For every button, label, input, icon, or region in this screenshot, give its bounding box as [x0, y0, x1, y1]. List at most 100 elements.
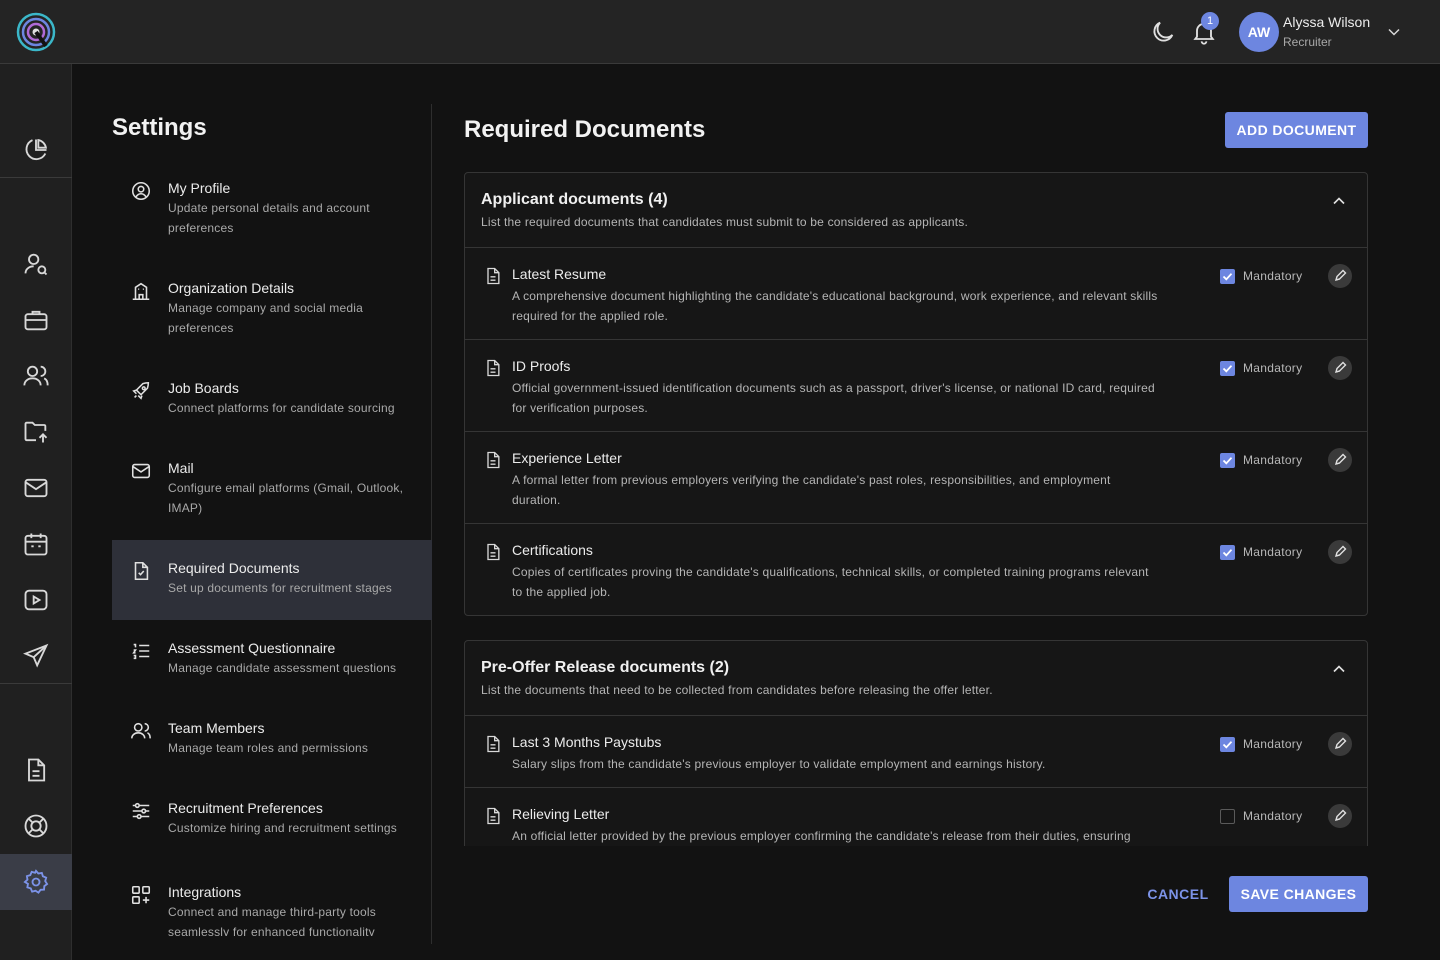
- folder-upload-icon[interactable]: [22, 418, 50, 446]
- settings-item-organization-details[interactable]: Organization Details Manage company and …: [112, 278, 432, 338]
- edit-pencil-icon[interactable]: [1328, 356, 1352, 380]
- settings-title: Settings: [112, 114, 207, 141]
- notification-badge: 1: [1201, 12, 1219, 30]
- save-changes-button[interactable]: SAVE CHANGES: [1229, 876, 1368, 912]
- document-title: Latest Resume: [512, 266, 607, 282]
- page-title: Required Documents: [464, 116, 706, 143]
- mandatory-checkbox[interactable]: [1220, 269, 1235, 284]
- briefcase-icon[interactable]: [22, 306, 50, 334]
- user-circle-icon: [130, 180, 152, 202]
- send-icon[interactable]: [22, 642, 50, 670]
- calendar-icon[interactable]: [22, 530, 50, 558]
- chevron-up-icon[interactable]: [1329, 659, 1349, 679]
- apps-icon: [130, 884, 152, 906]
- group-title: Pre-Offer Release documents (2): [481, 659, 730, 676]
- mandatory-label: Mandatory: [1243, 737, 1303, 751]
- document-description: Official government-issued identificatio…: [512, 381, 1155, 415]
- edit-pencil-icon[interactable]: [1328, 732, 1352, 756]
- settings-item-team-members[interactable]: Team Members Manage team roles and permi…: [112, 718, 432, 758]
- document-title: Last 3 Months Paystubs: [512, 734, 662, 750]
- document-row: Experience Letter A formal letter from p…: [465, 432, 1367, 524]
- document-check-icon: [130, 560, 152, 582]
- settings-icon[interactable]: [22, 868, 50, 896]
- avatar[interactable]: AW: [1239, 12, 1279, 52]
- settings-item-title: Job Boards: [168, 380, 239, 396]
- user-role: Recruiter: [1283, 35, 1332, 49]
- document-description: Salary slips from the candidate's previo…: [512, 757, 1046, 771]
- chevron-down-icon[interactable]: [1384, 22, 1404, 42]
- file-text-icon[interactable]: [22, 756, 50, 784]
- edit-pencil-icon[interactable]: [1328, 448, 1352, 472]
- edit-pencil-icon[interactable]: [1328, 540, 1352, 564]
- chevron-up-icon[interactable]: [1329, 191, 1349, 211]
- mandatory-checkbox[interactable]: [1220, 545, 1235, 560]
- user-search-icon[interactable]: [22, 250, 50, 278]
- document-description: A formal letter from previous employers …: [512, 473, 1111, 507]
- file-icon: [483, 542, 503, 562]
- settings-item-recruitment-preferences[interactable]: Recruitment Preferences Customize hiring…: [112, 798, 432, 838]
- document-row: Certifications Copies of certificates pr…: [465, 524, 1367, 616]
- mandatory-checkbox[interactable]: [1220, 361, 1235, 376]
- file-icon: [483, 266, 503, 286]
- cancel-button[interactable]: CANCEL: [1140, 876, 1216, 912]
- list-icon: [130, 640, 152, 662]
- settings-item-mail[interactable]: Mail Configure email platforms (Gmail, O…: [112, 458, 432, 518]
- settings-item-integrations[interactable]: Integrations Connect and manage third-pa…: [112, 882, 432, 936]
- file-icon: [483, 450, 503, 470]
- documents-scroll-area[interactable]: Applicant documents (4) List the require…: [464, 172, 1368, 846]
- settings-item-title: Mail: [168, 460, 194, 476]
- settings-item-desc: Manage candidate assessment questions: [168, 661, 397, 675]
- document-group-applicant: Applicant documents (4) List the require…: [464, 172, 1368, 616]
- group-header[interactable]: Pre-Offer Release documents (2) List the…: [465, 641, 1367, 716]
- mandatory-label: Mandatory: [1243, 545, 1303, 559]
- settings-item-title: Recruitment Preferences: [168, 800, 323, 816]
- settings-item-desc: Connect and manage third-party tools sea…: [168, 905, 376, 936]
- document-title: Certifications: [512, 542, 593, 558]
- edit-pencil-icon[interactable]: [1328, 804, 1352, 828]
- settings-item-assessment-questionnaire[interactable]: Assessment Questionnaire Manage candidat…: [112, 638, 432, 678]
- rocket-icon: [130, 380, 152, 402]
- mandatory-label: Mandatory: [1243, 453, 1303, 467]
- moon-icon[interactable]: [1149, 18, 1177, 46]
- settings-nav: My Profile Update personal details and a…: [112, 160, 432, 936]
- file-icon: [483, 734, 503, 754]
- settings-item-title: Team Members: [168, 720, 265, 736]
- settings-item-job-boards[interactable]: Job Boards Connect platforms for candida…: [112, 378, 432, 418]
- settings-item-desc: Connect platforms for candidate sourcing: [168, 401, 395, 415]
- group-header[interactable]: Applicant documents (4) List the require…: [465, 173, 1367, 248]
- document-description: A comprehensive document highlighting th…: [512, 289, 1158, 323]
- mail-icon[interactable]: [22, 474, 50, 502]
- video-icon[interactable]: [22, 586, 50, 614]
- document-row: Latest Resume A comprehensive document h…: [465, 248, 1367, 340]
- mandatory-checkbox[interactable]: [1220, 737, 1235, 752]
- group-description: List the documents that need to be colle…: [481, 683, 993, 697]
- file-icon: [483, 806, 503, 826]
- mandatory-label: Mandatory: [1243, 809, 1303, 823]
- settings-item-my-profile[interactable]: My Profile Update personal details and a…: [112, 178, 432, 238]
- document-row: Relieving Letter An official letter prov…: [465, 788, 1367, 846]
- document-group-pre-offer: Pre-Offer Release documents (2) List the…: [464, 640, 1368, 846]
- document-title: Relieving Letter: [512, 806, 610, 822]
- mandatory-checkbox[interactable]: [1220, 809, 1235, 824]
- mandatory-label: Mandatory: [1243, 269, 1303, 283]
- icon-rail: [0, 64, 72, 960]
- settings-item-desc: Set up documents for recruitment stages: [168, 581, 392, 595]
- mandatory-label: Mandatory: [1243, 361, 1303, 375]
- settings-item-required-documents[interactable]: Required Documents Set up documents for …: [112, 540, 432, 620]
- support-icon[interactable]: [22, 812, 50, 840]
- app-logo-icon[interactable]: [16, 12, 56, 52]
- sliders-icon: [130, 800, 152, 822]
- add-document-button[interactable]: ADD DOCUMENT: [1225, 112, 1368, 148]
- users-icon[interactable]: [22, 362, 50, 390]
- settings-item-desc: Customize hiring and recruitment setting…: [168, 821, 397, 835]
- team-icon: [130, 720, 152, 742]
- mandatory-checkbox[interactable]: [1220, 453, 1235, 468]
- user-name: Alyssa Wilson: [1283, 14, 1371, 30]
- document-row: ID Proofs Official government-issued ide…: [465, 340, 1367, 432]
- top-bar: 1 AW Alyssa Wilson Recruiter: [0, 0, 1440, 64]
- settings-item-desc: Update personal details and account pref…: [168, 201, 370, 235]
- group-description: List the required documents that candida…: [481, 215, 968, 229]
- chart-pie-icon[interactable]: [22, 136, 50, 164]
- document-description: Copies of certificates proving the candi…: [512, 565, 1149, 599]
- edit-pencil-icon[interactable]: [1328, 264, 1352, 288]
